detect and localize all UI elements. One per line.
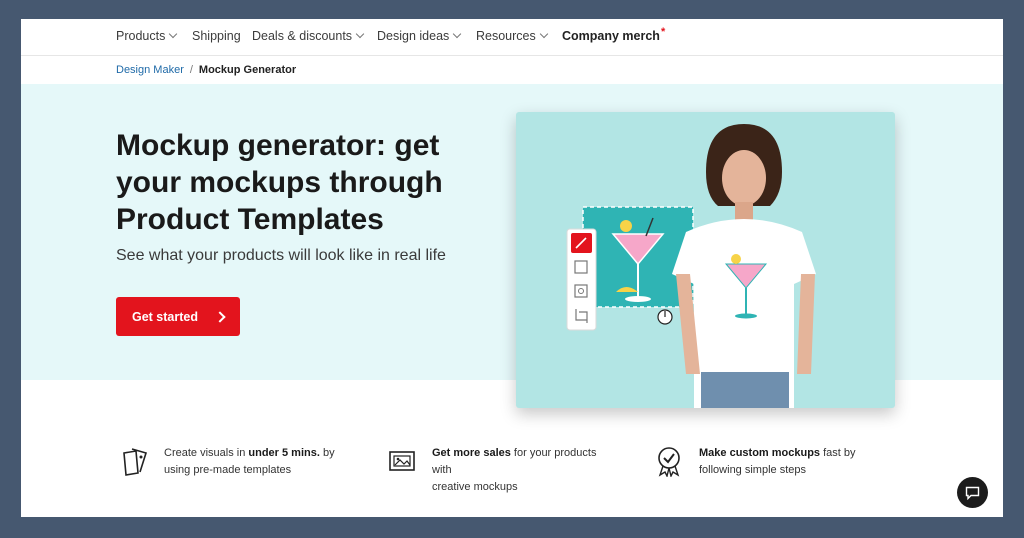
page-frame: Products Shipping Deals & discounts Desi… bbox=[21, 19, 1003, 517]
get-started-button[interactable]: Get started bbox=[116, 297, 240, 336]
hand-cursor-icon bbox=[657, 309, 673, 325]
top-nav: Products Shipping Deals & discounts Desi… bbox=[21, 19, 1003, 56]
feature-text: Make custom mockups fast by following si… bbox=[699, 447, 856, 476]
template-icon bbox=[123, 448, 148, 476]
nav-shipping[interactable]: Shipping bbox=[192, 29, 241, 43]
nav-design-ideas[interactable]: Design ideas bbox=[377, 29, 462, 43]
breadcrumb-separator: / bbox=[189, 64, 193, 76]
breadcrumb-link-design-maker[interactable]: Design Maker bbox=[116, 64, 184, 76]
breadcrumb-current: Mockup Generator bbox=[198, 64, 297, 76]
new-marker: * bbox=[660, 26, 666, 38]
badge-check-icon bbox=[658, 447, 680, 477]
hero-subtitle: See what your products will look like in… bbox=[116, 247, 446, 264]
feature-text: Create visuals in under 5 mins. by using… bbox=[164, 447, 335, 476]
nav-resources[interactable]: Resources bbox=[476, 29, 548, 43]
nav-company-merch[interactable]: Company merch * bbox=[562, 26, 666, 43]
chat-bubble-icon bbox=[965, 486, 980, 500]
breadcrumb: Design Maker / Mockup Generator bbox=[116, 64, 296, 76]
nav-products[interactable]: Products bbox=[116, 29, 178, 43]
feature-more-sales: Get more sales for your products with cr… bbox=[386, 445, 610, 496]
page-title: Mockup generator: get your mockups throu… bbox=[116, 129, 443, 236]
feature-custom-mockups: Make custom mockups fast by following si… bbox=[653, 445, 877, 479]
chat-button[interactable] bbox=[957, 477, 988, 508]
chevron-down-icon bbox=[355, 29, 365, 39]
feature-text: Get more sales for your products with cr… bbox=[432, 447, 597, 493]
chevron-down-icon bbox=[169, 29, 178, 39]
chevron-right-icon bbox=[214, 310, 226, 323]
chevron-down-icon bbox=[539, 29, 548, 39]
chevron-down-icon bbox=[453, 29, 462, 39]
mockup-image-icon bbox=[389, 451, 415, 471]
mockup-scene bbox=[566, 124, 816, 408]
hero-mockup-illustration bbox=[516, 112, 895, 408]
feature-fast-visuals: Create visuals in under 5 mins. by using… bbox=[118, 445, 342, 479]
nav-deals[interactable]: Deals & discounts bbox=[252, 29, 365, 43]
